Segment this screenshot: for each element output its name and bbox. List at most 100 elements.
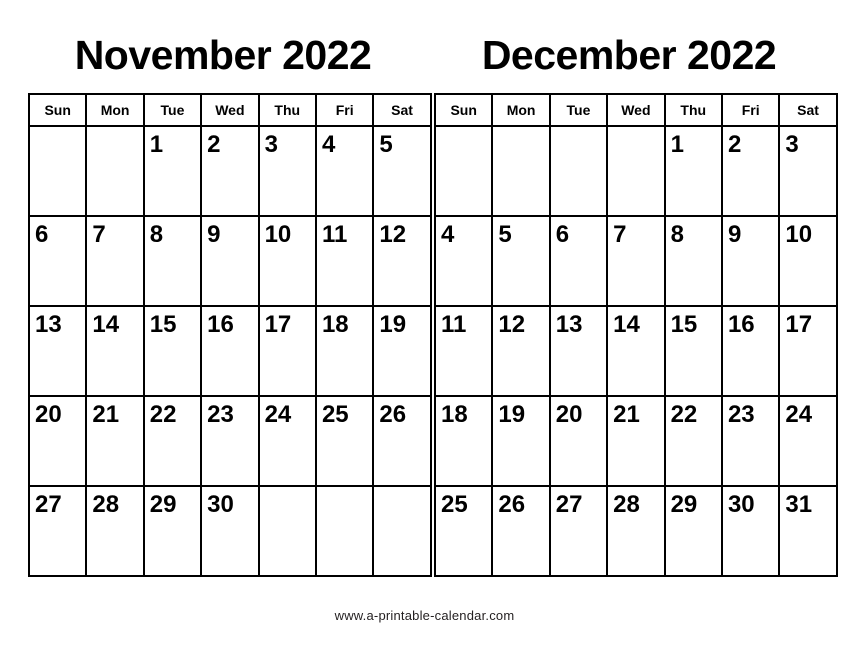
day-cell[interactable]: 28 (85, 485, 145, 578)
day-cell[interactable]: 9 (720, 215, 781, 308)
day-cell[interactable]: 21 (606, 395, 666, 488)
day-number: 30 (207, 491, 234, 519)
day-cell[interactable]: 11 (433, 305, 494, 398)
day-cell[interactable]: 23 (720, 395, 781, 488)
day-number: 27 (555, 491, 583, 519)
day-number: 3 (785, 131, 799, 159)
day-cell[interactable]: 4 (433, 215, 494, 308)
day-cell[interactable]: 3 (257, 125, 317, 218)
day-cell[interactable]: 14 (85, 305, 145, 398)
day-cell[interactable]: 10 (257, 215, 317, 308)
day-cell[interactable] (257, 485, 317, 578)
day-number: 2 (727, 131, 742, 159)
week-row: 4 5 6 7 8 9 10 (433, 215, 838, 308)
day-cell[interactable]: 2 (720, 125, 781, 218)
week-row: 20 21 22 23 24 25 26 (27, 395, 432, 488)
calendar-table-november: Sun Mon Tue Wed Thu Fri Sat 1 2 3 4 5 6 … (27, 93, 432, 578)
day-cell[interactable] (433, 125, 494, 218)
day-cell[interactable]: 11 (314, 215, 375, 308)
day-cell[interactable]: 21 (85, 395, 145, 488)
day-number: 16 (207, 311, 234, 339)
day-cell[interactable]: 4 (314, 125, 375, 218)
day-cell[interactable]: 15 (663, 305, 723, 398)
day-cell[interactable]: 6 (548, 215, 609, 308)
day-cell[interactable] (314, 485, 375, 578)
day-cell[interactable]: 25 (314, 395, 375, 488)
day-cell[interactable]: 5 (372, 125, 432, 218)
day-cell[interactable]: 18 (314, 305, 375, 398)
day-cell[interactable]: 26 (372, 395, 432, 488)
day-number: 3 (264, 131, 278, 159)
day-cell[interactable]: 14 (606, 305, 666, 398)
day-cell[interactable]: 12 (491, 305, 551, 398)
day-cell[interactable]: 23 (200, 395, 260, 488)
day-number: 11 (441, 311, 467, 339)
day-cell[interactable]: 5 (491, 215, 551, 308)
day-cell[interactable]: 1 (663, 125, 723, 218)
month-block-december: December 2022 Sun Mon Tue Wed Thu Fri Sa… (433, 33, 838, 578)
day-cell[interactable]: 29 (142, 485, 203, 578)
day-cell[interactable]: 2 (200, 125, 260, 218)
day-cell[interactable]: 1 (142, 125, 203, 218)
calendar-table-december: Sun Mon Tue Wed Thu Fri Sat 1 2 3 4 5 6 … (433, 93, 838, 578)
day-cell[interactable] (372, 485, 432, 578)
day-cell[interactable]: 28 (606, 485, 666, 578)
day-cell[interactable]: 20 (27, 395, 88, 488)
week-row: 27 28 29 30 (27, 485, 432, 578)
day-cell[interactable] (27, 125, 88, 218)
day-cell[interactable]: 22 (142, 395, 203, 488)
day-cell[interactable]: 19 (372, 305, 432, 398)
day-cell[interactable]: 29 (663, 485, 723, 578)
day-cell[interactable]: 13 (27, 305, 88, 398)
day-number: 1 (670, 131, 684, 159)
day-cell[interactable]: 16 (720, 305, 781, 398)
day-cell[interactable] (85, 125, 145, 218)
day-cell[interactable]: 8 (663, 215, 723, 308)
day-cell[interactable]: 19 (491, 395, 551, 488)
day-cell[interactable]: 16 (200, 305, 260, 398)
week-row: 6 7 8 9 10 11 12 (27, 215, 432, 308)
day-cell[interactable]: 24 (257, 395, 317, 488)
day-cell[interactable]: 25 (433, 485, 494, 578)
day-cell[interactable]: 3 (778, 125, 838, 218)
day-cell[interactable] (548, 125, 609, 218)
day-cell[interactable]: 9 (200, 215, 260, 308)
day-cell[interactable]: 30 (200, 485, 260, 578)
day-cell[interactable]: 30 (720, 485, 781, 578)
day-cell[interactable]: 20 (548, 395, 609, 488)
day-cell[interactable]: 8 (142, 215, 203, 308)
day-cell[interactable]: 13 (548, 305, 609, 398)
day-cell[interactable]: 7 (85, 215, 145, 308)
day-number: 10 (264, 221, 292, 249)
day-number: 8 (670, 221, 684, 249)
day-cell[interactable] (491, 125, 551, 218)
day-number: 5 (498, 221, 512, 249)
footer-url: www.a-printable-calendar.com (334, 608, 515, 623)
day-cell[interactable] (606, 125, 666, 218)
day-cell[interactable]: 31 (778, 485, 838, 578)
weekday-header-mon: Mon (85, 93, 145, 128)
day-number: 14 (613, 311, 640, 339)
day-cell[interactable]: 22 (663, 395, 723, 488)
weekday-header-row: Sun Mon Tue Wed Thu Fri Sat (27, 93, 432, 128)
week-row: 13 14 15 16 17 18 19 (27, 305, 432, 398)
day-number: 12 (498, 311, 526, 339)
day-cell[interactable]: 17 (778, 305, 838, 398)
day-cell[interactable]: 12 (372, 215, 432, 308)
day-cell[interactable]: 17 (257, 305, 317, 398)
day-cell[interactable]: 7 (606, 215, 666, 308)
day-number: 17 (785, 311, 813, 339)
weekday-header-sat: Sat (372, 93, 432, 128)
day-cell[interactable]: 26 (491, 485, 551, 578)
day-cell[interactable]: 24 (778, 395, 838, 488)
day-number: 6 (35, 221, 49, 249)
day-cell[interactable]: 27 (548, 485, 609, 578)
day-cell[interactable]: 15 (142, 305, 203, 398)
day-cell[interactable]: 10 (778, 215, 838, 308)
day-cell[interactable]: 27 (27, 485, 88, 578)
weekday-header-wed: Wed (200, 93, 260, 128)
day-cell[interactable]: 6 (27, 215, 88, 308)
day-cell[interactable]: 18 (433, 395, 494, 488)
day-number: 8 (149, 221, 164, 249)
day-number: 6 (555, 221, 570, 249)
